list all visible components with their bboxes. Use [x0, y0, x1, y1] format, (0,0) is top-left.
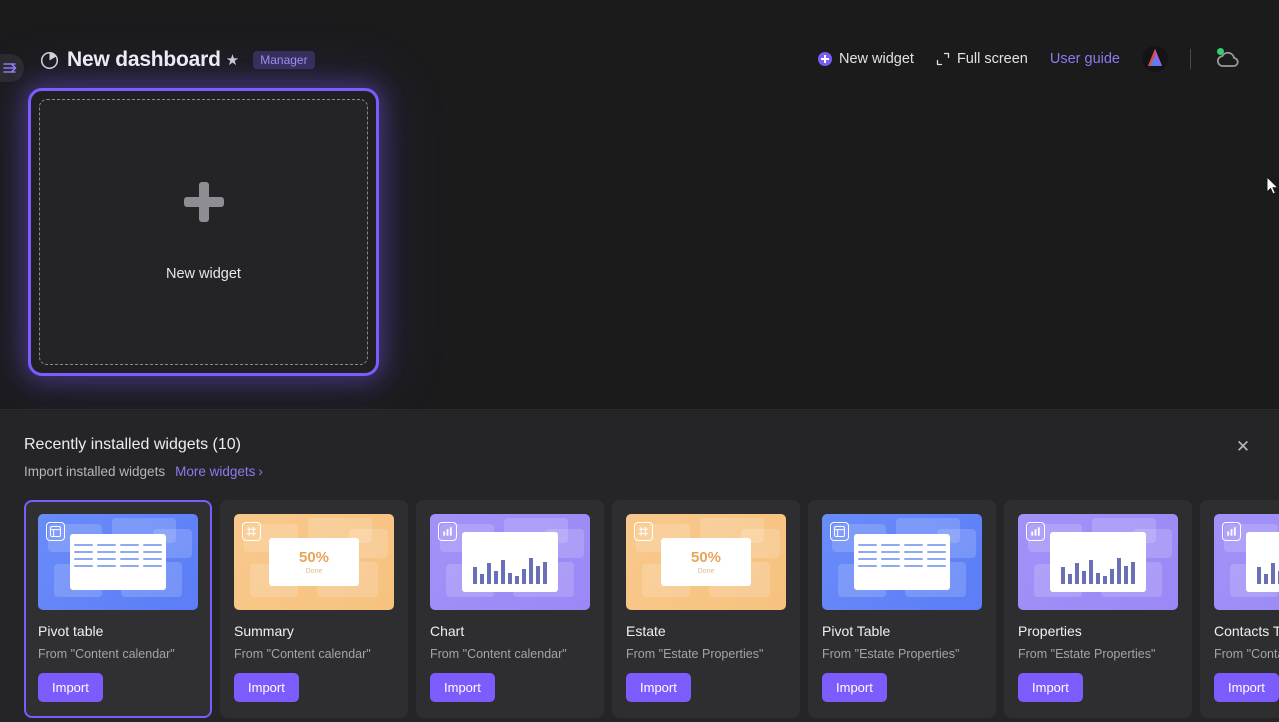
- page-title: New dashboard: [67, 48, 221, 71]
- pie-chart-icon: [40, 51, 59, 69]
- plus-icon: [183, 182, 224, 222]
- favorite-star-icon[interactable]: ★: [226, 51, 239, 69]
- import-button[interactable]: Import: [626, 673, 691, 702]
- panel-title: Recently installed widgets (10): [24, 436, 241, 453]
- widget-thumbnail: [822, 514, 982, 610]
- bar-chart-icon: [1026, 522, 1045, 541]
- widget-card[interactable]: Pivot table From "Content calendar" Import: [24, 500, 212, 718]
- number-icon: [242, 522, 261, 541]
- widget-card-source: From "Content calendar": [38, 647, 175, 661]
- new-widget-dropzone[interactable]: New widget: [28, 88, 379, 376]
- new-widget-dropzone-label: New widget: [166, 266, 241, 282]
- widget-thumbnail: [1214, 514, 1279, 610]
- widget-card-title: Estate: [626, 623, 666, 639]
- widget-card-source: From "Content calendar": [430, 647, 567, 661]
- thumb-percent-art: 50% Done: [269, 538, 359, 586]
- import-button[interactable]: Import: [1018, 673, 1083, 702]
- new-widget-button[interactable]: New widget: [818, 51, 914, 67]
- percent-caption: Done: [305, 568, 323, 575]
- app-logo-glyph: [1148, 49, 1162, 66]
- bar-chart-icon: [1222, 522, 1241, 541]
- widget-card-source: From "Content calendar": [234, 647, 371, 661]
- thumb-chart-art: [1050, 532, 1146, 592]
- new-widget-label: New widget: [839, 51, 914, 67]
- bar-chart-icon: [438, 522, 457, 541]
- import-button[interactable]: Import: [1214, 673, 1279, 702]
- mouse-cursor: [1266, 176, 1279, 195]
- plus-circle-icon: [818, 52, 832, 66]
- sidebar-expand-icon[interactable]: [0, 54, 24, 82]
- widget-thumbnail: 50% Done: [234, 514, 394, 610]
- dashboard-canvas: New dashboard ★ Manager New widget Full …: [0, 0, 1279, 410]
- user-guide-label: User guide: [1049, 51, 1120, 67]
- panel-subtitle-row: Import installed widgets More widgets ›: [24, 464, 263, 479]
- widget-thumbnail: [430, 514, 590, 610]
- widget-card[interactable]: Properties From "Estate Properties" Import: [1004, 500, 1192, 718]
- import-button[interactable]: Import: [234, 673, 299, 702]
- import-button[interactable]: Import: [430, 673, 495, 702]
- cloud-sync-icon[interactable]: [1213, 48, 1241, 70]
- widget-card[interactable]: 50% Done Summary From "Content calendar" Imp…: [220, 500, 408, 718]
- widget-thumbnail: 50% Done: [626, 514, 786, 610]
- widget-card-title: Pivot table: [38, 623, 104, 639]
- thumb-table-art: [854, 534, 950, 590]
- widget-card[interactable]: Chart From "Content calendar" Import: [416, 500, 604, 718]
- user-guide-link[interactable]: User guide: [1050, 51, 1120, 67]
- close-icon[interactable]: ✕: [1233, 437, 1253, 457]
- widget-card-title: Properties: [1018, 623, 1082, 639]
- pivot-table-icon: [830, 522, 849, 541]
- pivot-table-icon: [46, 522, 65, 541]
- app-logo-icon[interactable]: [1142, 46, 1168, 72]
- thumb-percent-art: 50% Done: [661, 538, 751, 586]
- chevron-right-icon: ›: [258, 464, 263, 479]
- widget-thumbnail: [38, 514, 198, 610]
- header-actions: New widget Full screen User guide: [818, 46, 1241, 72]
- sidebar-expand-glyph: [3, 63, 17, 73]
- widget-card[interactable]: Contacts Type From "Contacts" Import: [1200, 500, 1279, 718]
- widget-card-title: Chart: [430, 623, 465, 639]
- import-button[interactable]: Import: [822, 673, 887, 702]
- thumb-table-art: [70, 534, 166, 590]
- widget-card-source: From "Contacts": [1214, 647, 1279, 661]
- widget-card[interactable]: 50% Done Estate From "Estate Properties" Imp…: [612, 500, 800, 718]
- header-divider: [1190, 49, 1191, 69]
- widget-card-source: From "Estate Properties": [1018, 647, 1156, 661]
- percent-value: 50%: [298, 549, 330, 566]
- more-widgets-link[interactable]: More widgets ›: [175, 464, 263, 479]
- full-screen-label: Full screen: [956, 51, 1028, 67]
- role-badge: Manager: [253, 51, 315, 69]
- import-button[interactable]: Import: [38, 673, 103, 702]
- widget-thumbnail: [1018, 514, 1178, 610]
- panel-subtitle: Import installed widgets: [24, 464, 166, 479]
- full-screen-button[interactable]: Full screen: [936, 51, 1028, 67]
- more-widgets-label: More widgets: [175, 464, 256, 479]
- widget-card-title: Contacts Type: [1214, 623, 1279, 639]
- widget-card[interactable]: Pivot Table From "Estate Properties" Impor…: [808, 500, 996, 718]
- dashboard-title-group: New dashboard ★ Manager: [40, 48, 315, 72]
- widget-card-source: From "Estate Properties": [822, 647, 960, 661]
- fullscreen-icon: [936, 52, 950, 66]
- number-icon: [634, 522, 653, 541]
- widget-card-title: Summary: [234, 623, 294, 639]
- widget-card-title: Pivot Table: [822, 623, 891, 639]
- thumb-chart-art: [462, 532, 558, 592]
- widget-card-source: From "Estate Properties": [626, 647, 764, 661]
- percent-value: 50%: [690, 549, 722, 566]
- percent-caption: Done: [697, 568, 715, 575]
- cloud-status-dot: [1217, 48, 1224, 55]
- new-widget-dropzone-inner[interactable]: New widget: [39, 99, 368, 365]
- widget-cards-row: Pivot table From "Content calendar" Import…: [24, 500, 1279, 718]
- thumb-chart-art: [1246, 532, 1279, 592]
